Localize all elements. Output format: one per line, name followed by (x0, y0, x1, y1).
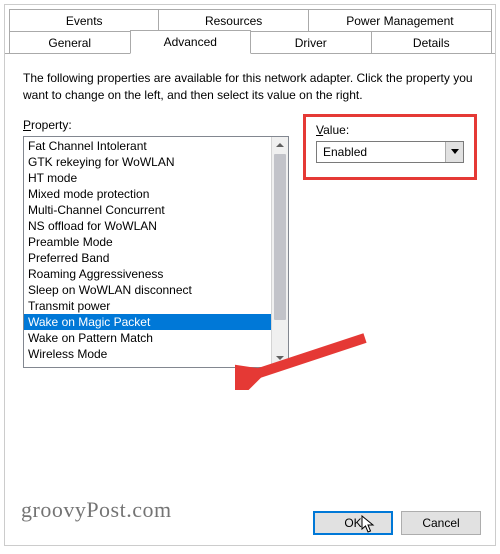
value-dropdown[interactable]: Enabled (316, 141, 464, 163)
cancel-button[interactable]: Cancel (401, 511, 481, 535)
tab-row-2: General Advanced Driver Details (5, 30, 495, 53)
scroll-down-button[interactable] (272, 350, 288, 367)
list-item[interactable]: Preamble Mode (24, 234, 271, 250)
chevron-down-icon (276, 356, 284, 360)
list-item[interactable]: Roaming Aggressiveness (24, 266, 271, 282)
list-item[interactable]: Mixed mode protection (24, 186, 271, 202)
watermark-text: groovyPost.com (21, 497, 172, 523)
list-item[interactable]: Sleep on WoWLAN disconnect (24, 282, 271, 298)
list-item[interactable]: Wake on Magic Packet (24, 314, 271, 330)
list-item[interactable]: Preferred Band (24, 250, 271, 266)
chevron-down-icon (451, 149, 459, 154)
tab-general[interactable]: General (9, 31, 131, 53)
property-listbox[interactable]: Fat Channel IntolerantGTK rekeying for W… (23, 136, 289, 368)
property-label: Property: (23, 118, 289, 132)
properties-dialog: Events Resources Power Management Genera… (4, 4, 496, 546)
list-item[interactable]: Fat Channel Intolerant (24, 138, 271, 154)
tab-details[interactable]: Details (371, 31, 493, 53)
tab-events[interactable]: Events (9, 9, 159, 31)
list-item[interactable]: GTK rekeying for WoWLAN (24, 154, 271, 170)
value-selected-text: Enabled (317, 145, 445, 159)
chevron-up-icon (276, 143, 284, 147)
list-item[interactable]: NS offload for WoWLAN (24, 218, 271, 234)
scroll-up-button[interactable] (272, 137, 288, 154)
tab-panel-advanced: The following properties are available f… (5, 54, 495, 378)
description-text: The following properties are available f… (23, 70, 477, 104)
tab-row-1: Events Resources Power Management (5, 9, 495, 31)
tab-power-management[interactable]: Power Management (308, 9, 492, 31)
tab-container: Events Resources Power Management Genera… (5, 9, 495, 54)
scrollbar[interactable] (271, 137, 288, 367)
value-highlight-box: Value: Enabled (303, 114, 477, 180)
list-item[interactable]: Wireless Mode (24, 346, 271, 362)
list-item[interactable]: Multi-Channel Concurrent (24, 202, 271, 218)
value-label: Value: (316, 123, 464, 137)
scroll-track[interactable] (272, 154, 288, 350)
tab-driver[interactable]: Driver (250, 31, 372, 53)
scroll-thumb[interactable] (274, 154, 286, 321)
tab-advanced[interactable]: Advanced (130, 30, 252, 54)
list-item[interactable]: Transmit power (24, 298, 271, 314)
dropdown-button[interactable] (445, 142, 463, 162)
tab-resources[interactable]: Resources (158, 9, 308, 31)
ok-button[interactable]: OK (313, 511, 393, 535)
dialog-buttons: OK Cancel (313, 511, 481, 535)
list-item[interactable]: Wake on Pattern Match (24, 330, 271, 346)
list-item[interactable]: HT mode (24, 170, 271, 186)
